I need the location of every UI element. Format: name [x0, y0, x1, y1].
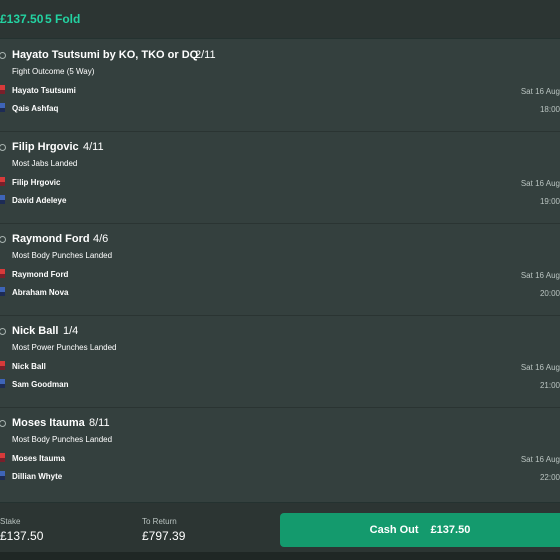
bet-leg: Raymond Ford 4/6 Most Body Punches Lande… [0, 223, 560, 316]
leg-market: Most Jabs Landed [12, 159, 78, 168]
leg-status-icon [0, 144, 6, 151]
stake-value: £137.50 [0, 529, 44, 543]
leg-odds: 4/11 [83, 141, 104, 153]
home-kit-icon [0, 453, 5, 462]
leg-time: 18:00 [539, 105, 560, 114]
bet-leg: Nick Ball 1/4 Most Power Punches Landed … [0, 315, 560, 408]
leg-selection: Nick Ball [12, 325, 59, 337]
away-kit-icon [0, 379, 5, 388]
leg-time: 21:00 [539, 381, 560, 390]
leg-time: 19:00 [539, 197, 560, 206]
leg-status-icon [0, 328, 6, 335]
leg-market: Most Body Punches Landed [12, 251, 113, 260]
bet-type-label: 5 Fold [45, 12, 81, 26]
leg-status-icon [0, 52, 6, 59]
leg-home-fighter: Raymond Ford [12, 270, 69, 279]
leg-date: Sat 16 Aug [520, 271, 560, 280]
leg-odds: 2/11 [195, 49, 216, 61]
leg-market: Fight Outcome (5 Way) [12, 67, 95, 76]
leg-home-fighter: Moses Itauma [12, 454, 65, 463]
leg-odds: 4/6 [93, 233, 109, 245]
home-kit-icon [0, 177, 5, 186]
home-kit-icon [0, 269, 5, 278]
away-kit-icon [0, 103, 5, 112]
leg-odds: 8/11 [89, 417, 110, 429]
return-value: £797.39 [142, 529, 186, 543]
leg-selection: Moses Itauma [12, 417, 85, 429]
leg-odds: 1/4 [63, 325, 79, 337]
cash-out-button[interactable]: Cash Out £137.50 [280, 513, 560, 547]
leg-market: Most Power Punches Landed [12, 343, 117, 352]
leg-status-icon [0, 420, 6, 427]
leg-home-fighter: Nick Ball [12, 362, 46, 371]
leg-selection: Hayato Tsutsumi by KO, TKO or DQ [12, 49, 199, 61]
leg-away-fighter: Qais Ashfaq [12, 104, 59, 113]
bet-leg: Filip Hrgovic 4/11 Most Jabs Landed Fili… [0, 131, 560, 224]
away-kit-icon [0, 287, 5, 296]
leg-home-fighter: Hayato Tsutsumi [12, 86, 76, 95]
bet-amount: £137.50 [0, 12, 44, 26]
leg-selection: Raymond Ford [12, 233, 90, 245]
leg-away-fighter: Dillian Whyte [12, 472, 63, 481]
home-kit-icon [0, 85, 5, 94]
leg-status-icon [0, 236, 6, 243]
leg-away-fighter: Abraham Nova [12, 288, 69, 297]
leg-market: Most Body Punches Landed [12, 435, 113, 444]
away-kit-icon [0, 195, 5, 204]
leg-away-fighter: Sam Goodman [12, 380, 69, 389]
leg-time: 22:00 [539, 473, 560, 482]
leg-date: Sat 16 Aug [520, 363, 560, 372]
leg-date: Sat 16 Aug [520, 179, 560, 188]
bottom-bar [0, 552, 560, 560]
bet-leg: Moses Itauma 8/11 Most Body Punches Land… [0, 407, 560, 499]
cash-out-label: Cash Out [369, 524, 419, 536]
leg-date: Sat 16 Aug [520, 455, 560, 464]
cash-out-value: £137.50 [430, 524, 471, 536]
bet-leg: Hayato Tsutsumi by KO, TKO or DQ 2/11 Fi… [0, 39, 560, 132]
leg-home-fighter: Filip Hrgovic [12, 178, 61, 187]
bet-header: £137.50 5 Fold [0, 0, 560, 39]
stake-label: Stake [0, 517, 21, 526]
leg-away-fighter: David Adeleye [12, 196, 67, 205]
leg-selection: Filip Hrgovic [12, 141, 79, 153]
home-kit-icon [0, 361, 5, 370]
return-label: To Return [142, 517, 177, 526]
bet-footer: Stake £137.50 To Return £797.39 Cash Out… [0, 502, 560, 553]
away-kit-icon [0, 471, 5, 480]
leg-time: 20:00 [539, 289, 560, 298]
leg-date: Sat 16 Aug [520, 87, 560, 96]
